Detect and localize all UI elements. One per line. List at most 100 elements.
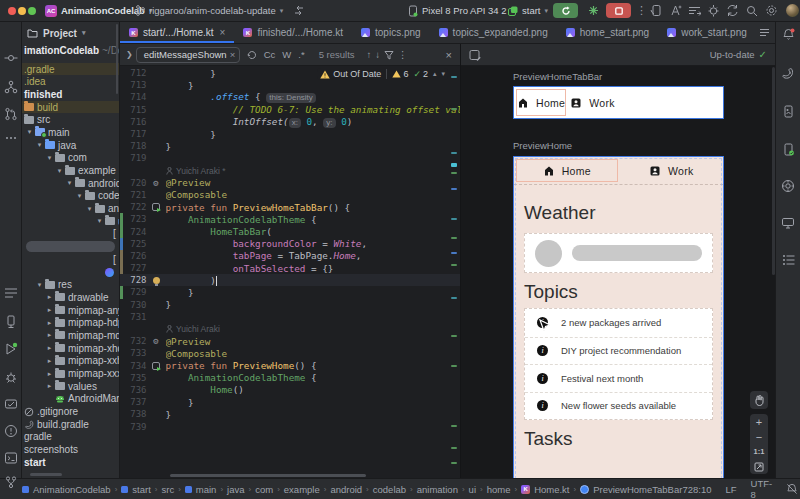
gradle-tool-icon[interactable] (780, 65, 796, 81)
tree-item-imationcodelab[interactable]: imationCodelab~/Documen (22, 44, 119, 57)
device-selector[interactable]: Pixel 8 Pro API 34 2 ▾ (408, 0, 514, 21)
breadcrumb-start[interactable]: start (121, 484, 150, 495)
tree-item-build[interactable]: build (22, 101, 119, 114)
topic-row[interactable]: iNew flower seeds available (525, 392, 712, 420)
code-line-717[interactable]: 717 } (120, 128, 460, 140)
code-line-726[interactable]: 726 tabPage = TabPage.Home, (120, 250, 460, 262)
warnings-count-badge[interactable]: 6 (392, 69, 408, 79)
tree-item--idea[interactable]: .idea (22, 75, 119, 88)
run-tool-icon[interactable] (3, 341, 19, 357)
tree-item-start[interactable]: start (22, 456, 119, 469)
code-line-718[interactable]: 718} (120, 140, 460, 152)
zoom-out-button[interactable]: − (756, 429, 762, 444)
code-line-715[interactable]: 715 // TODO 6-7: Use the animating offse… (120, 104, 460, 116)
editor-tab[interactable]: Kstart/.../Home.kt× (120, 22, 234, 43)
avatar[interactable] (782, 0, 799, 21)
tree-selected-row[interactable] (22, 240, 119, 253)
rerun-button[interactable] (553, 3, 578, 18)
structure-right-tool-icon[interactable] (780, 252, 796, 268)
search-options-menu[interactable]: ⋮ (398, 49, 408, 60)
preview-label[interactable]: PreviewHome (513, 140, 572, 151)
tree-item-mipmap-anydpi-[interactable]: ▸mipmap-anydpi- (22, 304, 119, 317)
problems-tool-icon[interactable] (3, 423, 19, 439)
preview-canvas[interactable]: PreviewHomeTabBar HomeWork PreviewHome H… (461, 66, 775, 478)
breadcrumb-ui[interactable]: ui (469, 484, 476, 495)
tree-item-src[interactable]: src (22, 113, 119, 126)
zoom-actual-size-button[interactable]: 1:1 (754, 444, 765, 459)
editor-tab[interactable]: home_start.png (557, 22, 659, 43)
tree-item-mipmap-mdpi[interactable]: ▸mipmap-mdpi (22, 329, 119, 342)
search-history-icon[interactable] (247, 50, 257, 60)
editor-scroll-marks[interactable] (451, 66, 458, 478)
code-line-721[interactable]: 721@Composable (120, 189, 460, 201)
code-area[interactable]: 712 }713 }714 .offset { this: Density715… (120, 66, 460, 478)
expand-search-icon[interactable]: ❯ (126, 50, 133, 59)
topic-row[interactable]: iDIY project recommendation (525, 337, 712, 365)
tree-item-java[interactable]: ▾java (22, 139, 119, 152)
breadcrumb-android[interactable]: android (330, 484, 362, 495)
topic-row[interactable]: iFestival next month (525, 364, 712, 392)
breadcrumb-java[interactable]: java (227, 484, 244, 495)
more-actions-menu[interactable]: ⋮ (636, 0, 647, 21)
breadcrumb-codelab[interactable]: codelab (373, 484, 406, 495)
app-tab-home[interactable]: Home (516, 159, 618, 182)
build-icon[interactable] (707, 0, 720, 21)
code-view-icon[interactable] (756, 25, 774, 41)
zoom-in-button[interactable]: + (756, 414, 762, 429)
app-tab-home[interactable]: Home (516, 89, 566, 116)
code-line-719[interactable]: 719 (120, 152, 460, 164)
more-tools-icon[interactable] (3, 130, 19, 146)
maximize-window-button[interactable] (28, 7, 36, 15)
tree-item-ui[interactable]: ▾ui (22, 215, 119, 228)
tree-chevron-icon[interactable]: ▸ (44, 370, 55, 378)
tree-item-gradle[interactable]: gradle (22, 431, 119, 444)
vcs-branch-widget[interactable]: riggaroo/anim-codelab-update ▾ (136, 0, 305, 21)
tree-chevron-icon[interactable]: ▾ (54, 167, 65, 175)
app-tab-work[interactable]: Work (622, 159, 722, 182)
project-panel-header[interactable]: Project ▾ (22, 22, 119, 44)
tree-item-mipmap-xhdpi[interactable]: ▸mipmap-xhdpi (22, 342, 119, 355)
code-line-725[interactable]: 725 backgroundColor = White, (120, 238, 460, 250)
preview-home-tab-bar[interactable]: HomeWork (513, 86, 724, 119)
tree-item-screenshots[interactable]: screenshots (22, 443, 119, 456)
device-mirror-icon[interactable] (650, 0, 663, 21)
breadcrumb-animation[interactable]: animation (417, 484, 458, 495)
breadcrumb-src[interactable]: src (161, 484, 174, 495)
previous-problem-icon[interactable]: ▴ (433, 70, 437, 78)
run-preview-icon[interactable] (152, 203, 160, 211)
emulator-tool-icon[interactable] (780, 215, 796, 231)
code-line-735[interactable]: 735 AnimationCodelabTheme { (120, 372, 460, 384)
search-input[interactable]: editMessageShown × (136, 47, 240, 63)
tree-item-codelab[interactable]: ▾codelab (22, 190, 119, 203)
run-preview-icon[interactable] (152, 362, 160, 370)
editor-tab[interactable]: topics_expanded.png (430, 22, 557, 43)
editor-tab[interactable]: topics.png (352, 22, 430, 43)
breadcrumb-com[interactable]: com (255, 484, 273, 495)
preview-home[interactable]: HomeWork Weather Topics i2 new packages … (513, 156, 724, 478)
preview-label[interactable]: PreviewHomeTabBar (513, 71, 602, 82)
code-line-720[interactable]: 720⚙@Preview (120, 177, 460, 189)
run-configuration[interactable]: start ▾ (508, 0, 548, 21)
structure-tool-icon[interactable] (3, 79, 19, 95)
tree-item--gradle[interactable]: .gradle (22, 63, 119, 76)
tree-item[interactable] (22, 266, 119, 279)
tree-chevron-icon[interactable]: ▸ (44, 357, 55, 365)
tree-item-build-gradle[interactable]: build.gradle (22, 418, 119, 431)
notifications-muted-icon[interactable] (786, 483, 798, 495)
version-control-tool-icon[interactable] (3, 474, 19, 490)
tree-chevron-icon[interactable]: ▾ (74, 192, 85, 200)
code-line-713[interactable]: 713 } (120, 79, 460, 91)
tree-item-mipmap-hdpi[interactable]: ▸mipmap-hdpi (22, 316, 119, 329)
ai-assistant-icon[interactable] (669, 0, 682, 21)
code-line-732[interactable]: 732⚙@Preview (120, 335, 460, 347)
tree-chevron-icon[interactable]: ▾ (34, 141, 45, 149)
breadcrumb-example[interactable]: example (284, 484, 320, 495)
tree-chevron-icon[interactable]: ▸ (44, 306, 55, 314)
next-occurrence-icon[interactable]: ↓ (375, 49, 380, 60)
tree-chevron-icon[interactable]: ▾ (64, 179, 75, 187)
zoom-fit-button[interactable] (754, 459, 764, 474)
tree-item--gitignore[interactable]: .gitignore (22, 405, 119, 418)
previous-occurrence-icon[interactable]: ↑ (367, 49, 372, 60)
tree-chevron-icon[interactable]: ▸ (44, 293, 55, 301)
running-devices-tool-icon[interactable] (780, 103, 796, 119)
